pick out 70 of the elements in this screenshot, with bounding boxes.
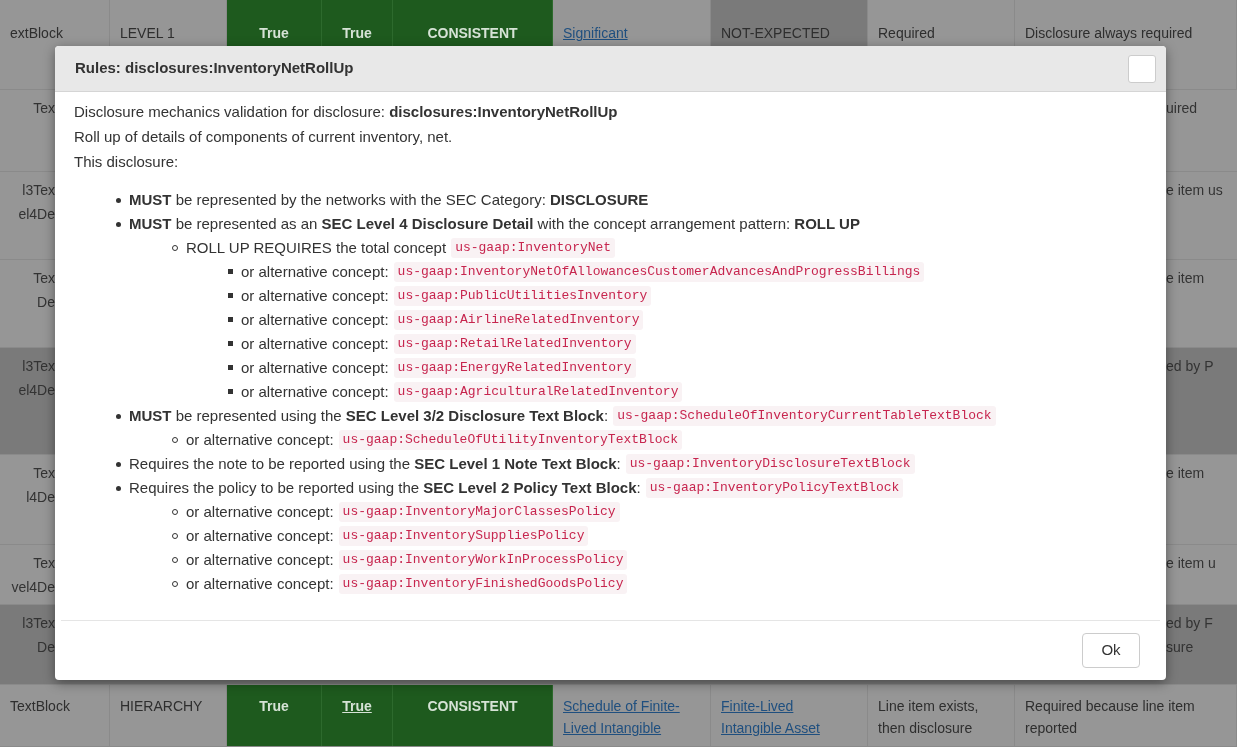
concept-code: us-gaap:InventoryWorkInProcessPolicy (338, 550, 628, 570)
rule-text: Requires the note to be reported using the SEC Level 1 Note Text Block: (129, 454, 621, 474)
rule-text: or alternative concept: (186, 502, 334, 522)
rule-text: MUST be represented by the networks with the SEC Category: DISCLOSURE (129, 190, 649, 210)
bullet-icon (228, 365, 233, 370)
table-cell-text: ed by F sure (1166, 614, 1214, 657)
bullet-icon (228, 293, 233, 298)
rule-text: or alternative concept: (241, 334, 389, 354)
concept-code: us-gaap:RetailRelatedInventory (393, 334, 636, 354)
bullet-icon (228, 389, 233, 394)
table-cell-text: l3Tex el4De (17, 181, 55, 224)
table-cell-text: ed by P (1166, 357, 1215, 376)
concept-code: us-gaap:PublicUtilitiesInventory (393, 286, 652, 306)
table-cell-text: e item (1166, 464, 1206, 483)
table-cell[interactable]: True (322, 685, 393, 746)
intro-text: Roll up of details of components of current inventory, net. (74, 127, 454, 147)
table-cell-text: l3Tex el4De (17, 357, 55, 400)
table-cell-text: Tex (32, 99, 55, 118)
rule-text: or alternative concept: (186, 526, 334, 546)
bullet-icon (116, 414, 121, 419)
bullet-icon (228, 341, 233, 346)
bullet-icon (116, 198, 121, 203)
rule-text: or alternative concept: (241, 262, 389, 282)
rule-text: or alternative concept: (186, 550, 334, 570)
concept-code: us-gaap:AgriculturalRelatedInventory (393, 382, 683, 402)
rule-text: ROLL UP REQUIRES the total concept (186, 238, 447, 258)
table-cell[interactable]: Schedule of Finite- Lived Intangible (553, 685, 711, 746)
rule-text: Requires the policy to be reported using the SEC Level 2 Policy Text Block: (129, 478, 641, 498)
bullet-icon (116, 462, 121, 467)
bullet-icon (228, 317, 233, 322)
table-cell-text: e item u (1166, 554, 1217, 573)
table-cell-text: e item (1166, 269, 1206, 288)
table-cell-text: uired (1166, 99, 1199, 118)
concept-code: us-gaap:InventoryPolicyTextBlock (645, 478, 904, 498)
table-cell: Required because line item reported (1015, 685, 1237, 746)
rule-text: or alternative concept: (241, 310, 389, 330)
concept-code: us-gaap:InventoryDisclosureTextBlock (625, 454, 915, 474)
concept-code: us-gaap:InventoryNetOfAllowancesCustomerAdvancesAndProgressBillings (393, 262, 925, 282)
intro-text: This disclosure: (74, 152, 180, 172)
table-cell-text: Tex l4De (25, 464, 55, 507)
intro-text: Disclosure mechanics validation for disclosure: disclosures:InventoryNetRollUp (74, 102, 619, 122)
concept-code: us-gaap:EnergyRelatedInventory (393, 358, 636, 378)
table-cell-text: Tex vel4De (10, 554, 55, 597)
concept-code: us-gaap:InventoryNet (451, 238, 616, 258)
table-cell-text: Tex De (32, 269, 55, 312)
table-cell: TextBlock (0, 685, 110, 746)
concept-code: us-gaap:ScheduleOfUtilityInventoryTextBlock (338, 430, 683, 450)
table-cell-text: e item us (1166, 181, 1224, 200)
rule-text: or alternative concept: (186, 430, 334, 450)
rule-text: or alternative concept: (241, 382, 389, 402)
bullet-icon (116, 222, 121, 227)
table-cell: True (227, 685, 322, 746)
table-cell: CONSISTENT (393, 685, 553, 746)
concept-code: us-gaap:ScheduleOfInventoryCurrentTableTextBlock (613, 406, 996, 426)
table-cell[interactable]: Finite-Lived Intangible Asset (711, 685, 868, 746)
rule-text: or alternative concept: (186, 574, 334, 594)
bullet-icon (116, 486, 121, 491)
table-cell-text: l3Tex De (21, 614, 55, 657)
concept-code: us-gaap:InventoryMajorClassesPolicy (338, 502, 620, 522)
ok-button[interactable]: Ok (1082, 633, 1140, 668)
bullet-icon (228, 269, 233, 274)
table-cell: Line item exists, then disclosure (868, 685, 1015, 746)
concept-code: us-gaap:AirlineRelatedInventory (393, 310, 644, 330)
rule-text: MUST be represented using the SEC Level 3/2 Disclosure Text Block: (129, 406, 609, 426)
concept-code: us-gaap:InventoryFinishedGoodsPolicy (338, 574, 628, 594)
rule-text: MUST be represented as an SEC Level 4 Disclosure Detail with the concept arrangement pattern: ROLL UP (129, 214, 860, 234)
close-button[interactable] (1128, 54, 1156, 83)
rule-text: or alternative concept: (241, 286, 389, 306)
rule-text: or alternative concept: (241, 358, 389, 378)
concept-code: us-gaap:InventorySuppliesPolicy (338, 526, 589, 546)
